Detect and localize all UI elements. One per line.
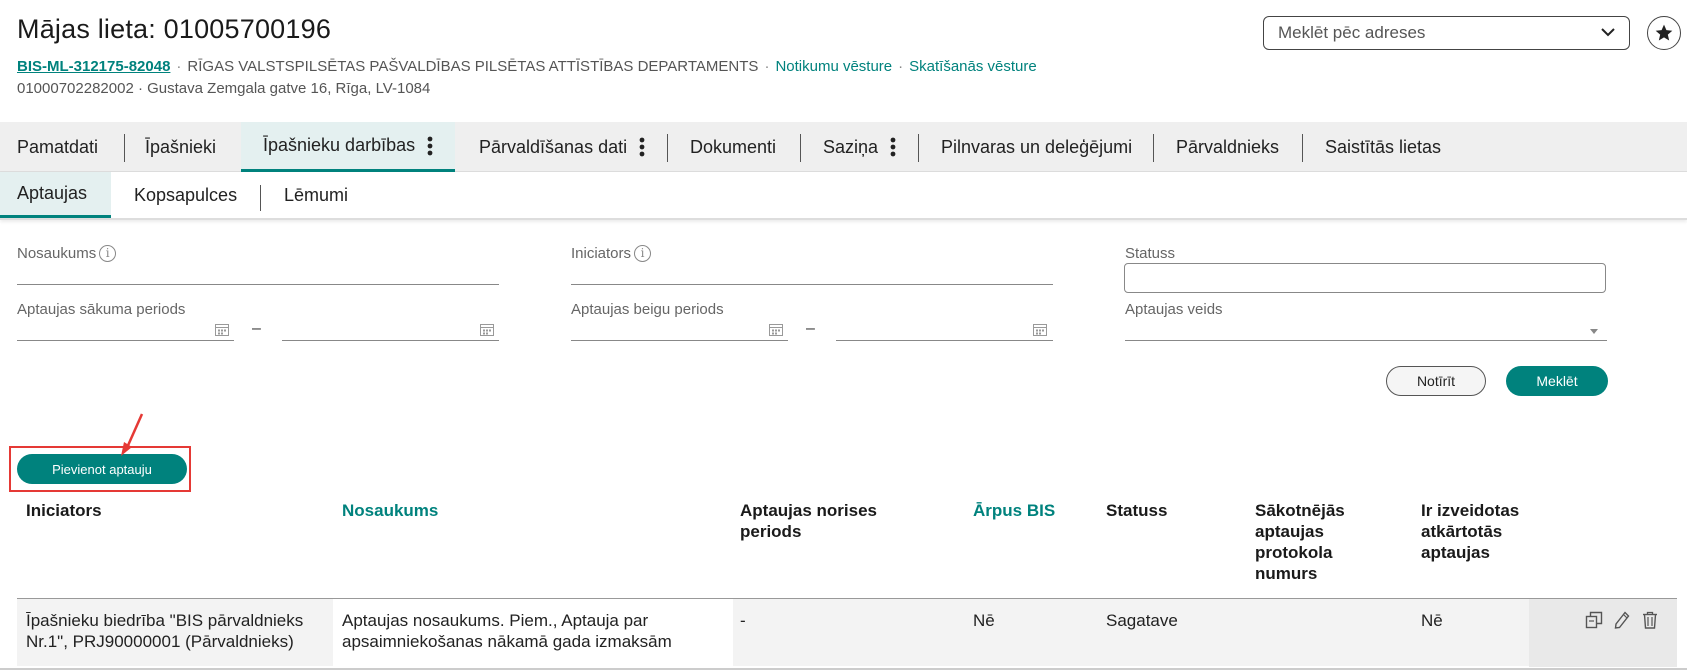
tab-pilnvaras[interactable]: Pilnvaras un deleģējumi [919, 122, 1152, 172]
more-vertical-icon[interactable] [639, 137, 645, 157]
tab-label: Dokumenti [690, 136, 777, 157]
calendar-icon[interactable] [769, 323, 783, 336]
start-period-from-input[interactable] [17, 340, 234, 341]
range-dash: – [252, 320, 261, 337]
tab-parvaldnieks[interactable]: Pārvaldnieks [1154, 122, 1302, 172]
views-history-link[interactable]: Skatīšanās vēsture [909, 58, 1037, 75]
calendar-icon[interactable] [1033, 323, 1047, 336]
start-period-label: Aptaujas sākuma periods [17, 301, 186, 318]
col-header-protocol: Sākotnējās aptaujas protokola numurs [1255, 501, 1345, 583]
page-title: Mājas lieta: 01005700196 [17, 14, 332, 44]
status-filter-input[interactable] [1124, 263, 1606, 293]
info-icon[interactable]: i [634, 245, 652, 262]
col-header-period: Aptaujas norises periods [740, 501, 877, 541]
name-filter-input[interactable] [17, 284, 499, 285]
tab-divider [918, 134, 919, 162]
calendar-icon[interactable] [480, 323, 494, 336]
tab-ipasnieki[interactable]: Īpašnieki [125, 122, 240, 172]
initiator-filter-label: Iniciators i [571, 245, 652, 262]
tab-ipasnieku-darbibas[interactable]: Īpašnieku darbības [241, 122, 455, 172]
tab-parvaldisanas-dati[interactable]: Pārvaldīšanas dati [456, 122, 666, 172]
arrow-annotation-icon [121, 413, 144, 456]
subtab-label: Kopsapulces [134, 184, 238, 205]
chevron-down-icon [1601, 28, 1615, 37]
edit-icon[interactable] [1612, 610, 1632, 630]
cell-period: - [740, 611, 746, 630]
address-search-placeholder: Meklēt pēc adreses [1278, 23, 1426, 42]
address-line: 01000702282002 · Gustava Zemgala gatve 1… [17, 80, 431, 97]
tab-label: Īpašnieki [145, 136, 217, 157]
tab-saistitas-lietas[interactable]: Saistītās lietas [1303, 122, 1483, 172]
col-header-repeat: Ir izveidotas atkārtotās aptaujas [1421, 501, 1520, 562]
end-period-from-input[interactable] [571, 340, 788, 341]
copy-icon[interactable] [1584, 610, 1604, 630]
subtab-aptaujas[interactable]: Aptaujas [0, 172, 111, 218]
separator: · [898, 58, 904, 75]
more-vertical-icon[interactable] [427, 136, 433, 156]
calendar-icon[interactable] [215, 323, 229, 336]
type-filter-label: Aptaujas veids [1125, 301, 1223, 318]
tab-label: Pārvaldnieks [1176, 136, 1280, 157]
label-text: Nosaukums [17, 245, 97, 262]
tab-label: Īpašnieku darbības [263, 135, 416, 155]
separator: · [176, 58, 182, 75]
tab-divider [1302, 134, 1303, 162]
initiator-filter-input[interactable] [571, 284, 1053, 285]
end-period-to-input[interactable] [836, 340, 1053, 341]
cell-status: Sagatave [1106, 611, 1178, 630]
tab-sazina[interactable]: Saziņa [801, 122, 917, 172]
tab-divider [260, 185, 261, 211]
range-dash: – [806, 320, 815, 337]
subtab-lemumi[interactable]: Lēmumi [262, 172, 372, 218]
department-name: RĪGAS VALSTSPILSĒTAS PAŠVALDĪBAS PILSĒTA… [187, 58, 759, 75]
cell-initiator: Īpašnieku biedrība "BIS pārvaldnieks Nr.… [26, 611, 304, 651]
caret-down-icon [1590, 329, 1598, 334]
tab-pamatdati[interactable]: Pamatdati [0, 122, 123, 172]
divider [0, 668, 1687, 670]
favorite-button[interactable] [1647, 16, 1681, 50]
search-button[interactable]: Meklēt [1506, 366, 1608, 396]
case-meta: BIS-ML-312175-82048 · RĪGAS VALSTSPILSĒTAS… [17, 58, 1037, 75]
tab-divider [800, 134, 801, 162]
events-history-link[interactable]: Notikumu vēsture [775, 58, 892, 75]
start-period-to-input[interactable] [282, 340, 499, 341]
tab-label: Pilnvaras un deleģējumi [941, 136, 1133, 157]
end-period-label: Aptaujas beigu periods [571, 301, 724, 318]
name-filter-label: Nosaukums i [17, 245, 117, 262]
tab-label: Pārvaldīšanas dati [479, 136, 628, 157]
separator: · [764, 58, 770, 75]
main-tabs: Pamatdati Īpašnieki Īpašnieku darbības P… [0, 122, 1687, 172]
tab-divider [1153, 134, 1154, 162]
tab-dokumenti[interactable]: Dokumenti [668, 122, 800, 172]
tab-divider [667, 134, 668, 162]
label-text: Iniciators [571, 245, 632, 262]
subtab-label: Lēmumi [284, 184, 349, 205]
tab-label: Saziņa [823, 136, 879, 157]
type-filter-select[interactable] [1125, 340, 1607, 341]
cell-repeat: Nē [1421, 611, 1443, 630]
subtab-kopsapulces[interactable]: Kopsapulces [112, 172, 260, 218]
status-filter-label: Statuss [1125, 245, 1176, 262]
tab-label: Saistītās lietas [1325, 136, 1442, 157]
info-icon[interactable]: i [99, 245, 117, 262]
sub-tabs: Aptaujas Kopsapulces Lēmumi [0, 172, 1687, 220]
col-header-initiator: Iniciators [26, 501, 102, 520]
cell-name: Aptaujas nosaukums. Piem., Aptauja par a… [342, 611, 672, 651]
cell-outside-bis: Nē [973, 611, 995, 630]
tab-divider [124, 134, 125, 162]
tab-label: Pamatdati [17, 136, 99, 157]
trash-icon[interactable] [1640, 610, 1660, 630]
col-header-name[interactable]: Nosaukums [342, 500, 438, 521]
add-survey-button[interactable]: Pievienot aptauju [17, 454, 187, 484]
clear-button[interactable]: Notīrīt [1386, 366, 1486, 396]
address-search-select[interactable]: Meklēt pēc adreses [1263, 16, 1630, 50]
star-icon [1655, 24, 1673, 41]
col-header-status: Statuss [1106, 501, 1168, 520]
subtab-label: Aptaujas [17, 183, 88, 203]
col-header-outside-bis[interactable]: Ārpus BIS [973, 500, 1055, 521]
case-code-link[interactable]: BIS-ML-312175-82048 [17, 58, 170, 75]
more-vertical-icon[interactable] [890, 137, 896, 157]
